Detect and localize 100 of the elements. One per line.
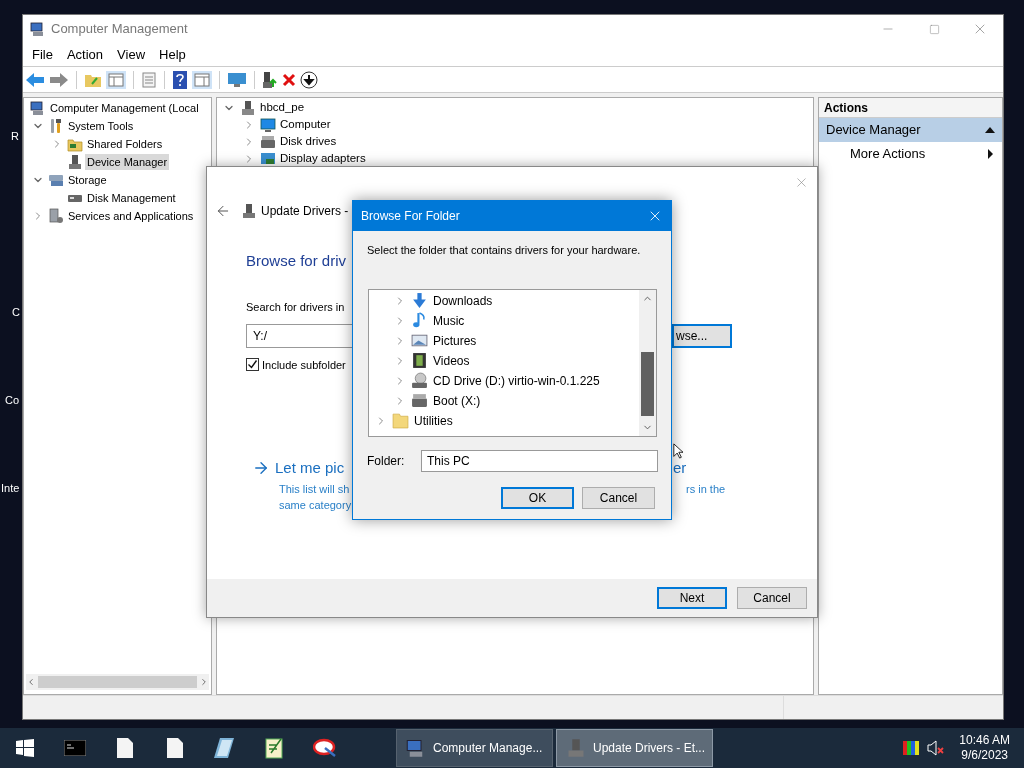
forward-icon[interactable] [49,71,69,88]
action-item[interactable]: More Actions [850,144,926,164]
computer-icon [30,100,46,116]
clock-time[interactable]: 10:46 AM [959,733,1010,748]
desktop-icon-label[interactable]: C [12,304,20,321]
download-icon [411,292,428,309]
menu-item[interactable]: View [110,44,153,65]
folder-item[interactable]: Pictures [431,331,479,350]
services-icon [48,208,64,224]
console-tree-icon[interactable] [106,70,126,89]
document-icon[interactable] [167,738,183,758]
muted-speaker-icon[interactable] [927,740,946,756]
window-title: Computer Management [51,20,188,39]
device-icon [241,203,257,219]
drive-icon [260,133,276,150]
tree-item[interactable]: Computer [279,115,332,134]
menu-item[interactable]: File [25,44,60,65]
picture-icon [411,332,428,349]
back-icon[interactable] [25,71,45,88]
clock-date[interactable]: 9/6/2023 [961,748,1008,763]
update-driver-icon[interactable] [262,70,278,89]
properties-icon[interactable] [141,71,157,88]
desktop-icon-label[interactable]: Inte [1,480,20,497]
delete-icon[interactable] [282,72,296,87]
computer-icon [30,21,46,37]
tree-item[interactable]: hbcd_pe [259,98,306,117]
scroll-right-icon[interactable] [199,677,209,687]
submenu-arrow-icon [988,149,993,159]
taskbar-button[interactable]: Update Drivers - Et... [556,729,713,767]
actions-section[interactable]: Device Manager [819,118,1002,142]
checkbox-label: Include subfolder [262,357,346,373]
display-adapter-icon [260,150,276,167]
terminal-icon[interactable] [64,740,86,756]
tree-item[interactable]: Device Manager [85,153,170,171]
start-icon[interactable] [16,739,34,757]
storage-icon [48,172,64,188]
film-icon [411,352,428,369]
folder-item[interactable]: Utilities [412,411,455,430]
default-button[interactable]: OK [501,486,574,509]
tree-item[interactable]: Disk Management [85,189,178,207]
folder-item[interactable]: Downloads [431,291,495,310]
monitor-icon [260,116,276,133]
checkbox[interactable] [246,358,259,372]
music-note-icon [411,312,428,329]
desktop-icon-label[interactable]: Co [5,392,20,409]
color-icon[interactable] [903,741,920,755]
dialog-title: Browse For Folder [361,208,460,225]
folder-item[interactable]: Music [431,311,467,330]
default-button[interactable]: Next [657,587,727,609]
link[interactable]: Let me pic [275,457,345,480]
folder-item[interactable]: Videos [431,351,472,370]
menu-item[interactable]: Help [152,44,193,65]
folder-field[interactable]: This PC [421,449,658,472]
desktop-icon-label[interactable]: R [11,128,19,145]
dialog-prompt: Select the folder that contains drivers for your hardware. [367,243,642,258]
menu-item[interactable]: Action [59,44,111,65]
dialog-button[interactable]: Cancel [737,587,807,609]
mouse-cursor-icon [673,443,683,459]
document-icon[interactable] [117,738,133,758]
checkmark-icon [247,359,258,371]
monitor-icon[interactable] [227,71,247,88]
device-icon [566,738,586,758]
field-label: Search for drivers in [246,300,345,315]
tree-item[interactable]: Display adapters [279,149,367,168]
editor-icon[interactable] [265,737,285,759]
taskbar-button[interactable]: Computer Manage... [396,729,553,767]
close-icon[interactable] [794,175,809,190]
notepad-icon[interactable] [214,738,236,758]
device-icon [67,154,83,170]
computer-icon [240,99,256,116]
scroll-left-icon[interactable] [26,677,36,687]
tree-item[interactable]: Computer Management (Local [48,99,201,117]
dialog-title: Update Drivers - [261,203,349,220]
field-label: Folder: [367,452,406,470]
shared-folder-icon [67,136,83,152]
vertical-scrollbar[interactable] [639,289,656,436]
cd-drive-icon [411,372,428,389]
dialog-button[interactable]: Cancel [582,486,655,509]
back-icon[interactable] [215,203,231,219]
tree-item[interactable]: System Tools [66,117,136,135]
link-description: This list will sh [278,481,351,497]
tree-item[interactable]: Storage [66,171,109,189]
link-description: rs in the [686,481,727,497]
dialog-heading: Browse for driv [246,251,347,271]
folder-item[interactable]: Boot (X:) [431,391,483,410]
tree-item[interactable]: Services and Applications [66,207,196,225]
tools-icon [48,118,64,134]
folder-item[interactable]: CD Drive (D:) virtio-win-0.1.225 [431,371,602,390]
link[interactable]: er [673,457,687,480]
browse-button[interactable]: wse... [672,323,732,348]
link-description: same category [278,498,352,513]
folder-icon [392,412,409,429]
actions-header: Actions [819,98,1002,118]
collapse-icon[interactable] [985,127,995,133]
tree-item[interactable]: Disk drives [279,132,338,151]
download-icon[interactable] [300,70,318,89]
help-icon[interactable] [172,70,188,89]
disk-tool-icon[interactable] [313,738,337,758]
tree-item[interactable]: Shared Folders [85,135,165,153]
horizontal-scrollbar[interactable] [26,674,209,690]
